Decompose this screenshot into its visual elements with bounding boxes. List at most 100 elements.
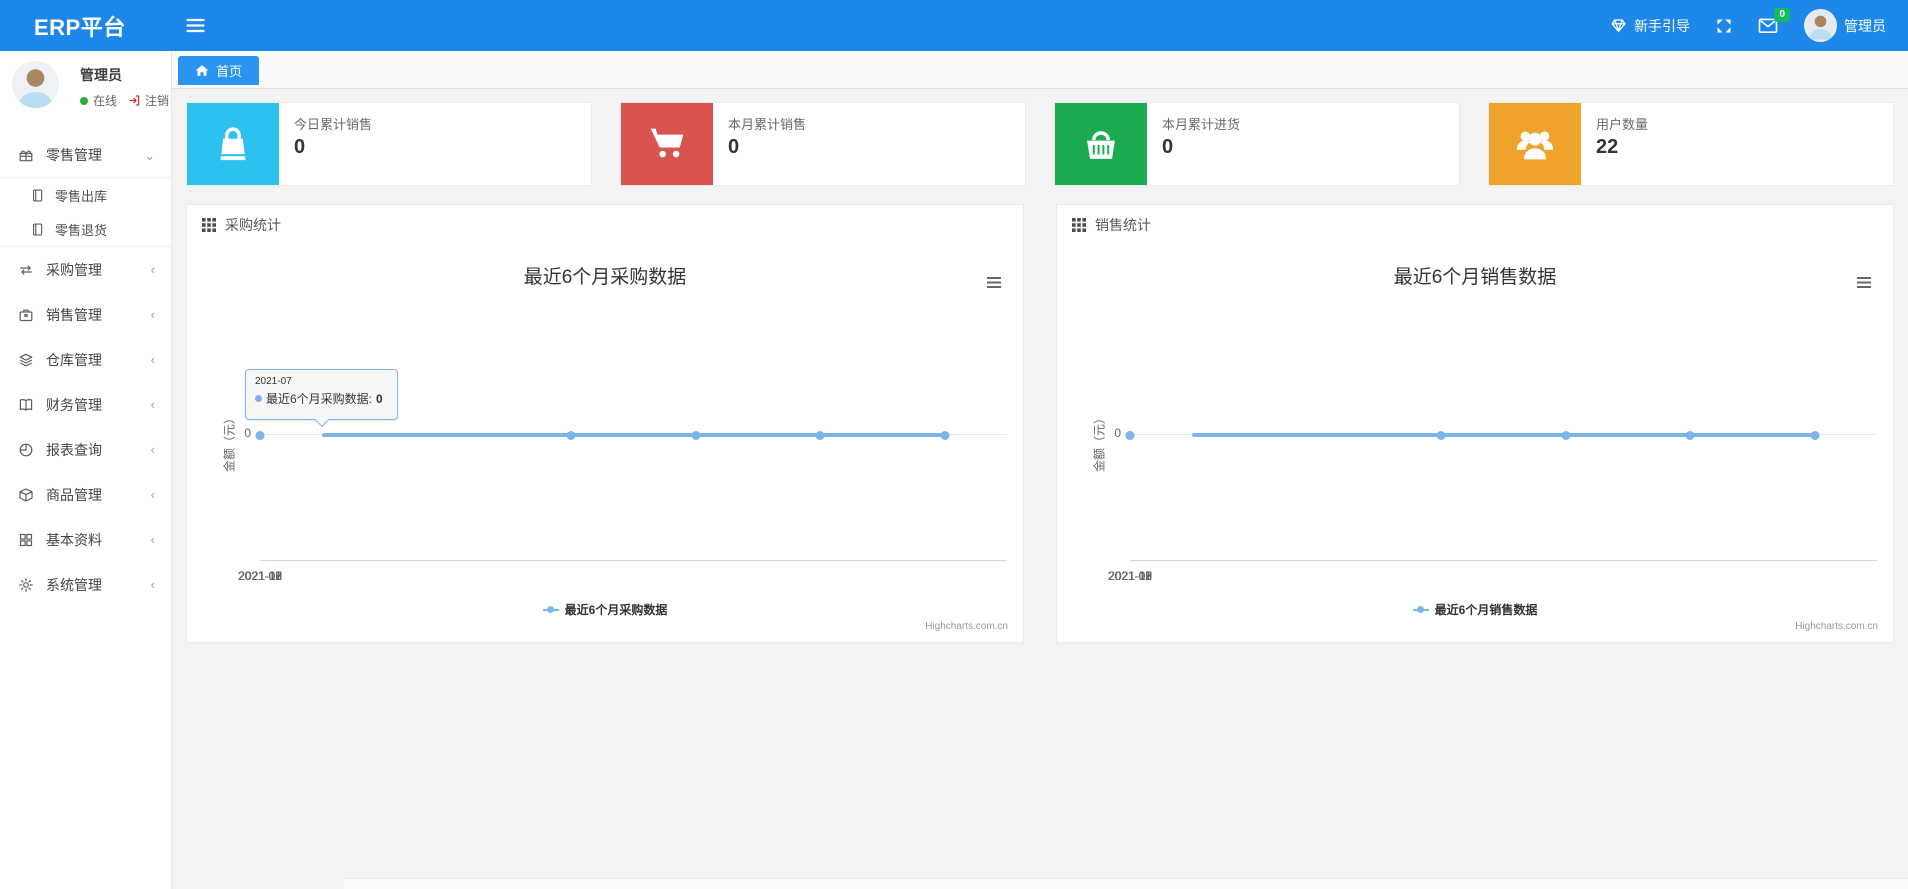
hamburger-icon: [186, 18, 205, 33]
series-marker-icon: [255, 395, 262, 402]
x-axis-tick: 2021-12: [1107, 569, 1153, 583]
data-point[interactable]: [1810, 430, 1820, 440]
legend-item[interactable]: 最近6个月销售数据: [1057, 601, 1893, 618]
briefcase-icon: [18, 307, 35, 323]
home-icon: [195, 64, 209, 77]
series-line: [1192, 432, 1815, 437]
basket-icon: [1055, 103, 1147, 185]
guide-button[interactable]: 新手引导: [1610, 16, 1690, 36]
user-menu[interactable]: 管理员: [1804, 9, 1886, 42]
fullscreen-button[interactable]: [1716, 18, 1732, 34]
sidebar-item-retail[interactable]: 零售管理 ⌄: [0, 133, 171, 178]
logout-button[interactable]: 注销: [128, 92, 169, 109]
stat-card-label: 本月累计销售: [728, 117, 807, 132]
sidebar-toggle-button[interactable]: [186, 18, 205, 33]
panel-title: 销售统计: [1095, 217, 1151, 233]
panel-title: 采购统计: [225, 217, 281, 233]
legend-line-marker-icon: [542, 605, 559, 614]
main-content: 首页 今日累计销售 0 本月累计销售 0 本月累计进货 0 用户数量 22 采购…: [172, 51, 1908, 889]
panel-header: 销售统计: [1057, 205, 1893, 245]
chart-tooltip: 2021-07 最近6个月采购数据: 0: [245, 369, 398, 428]
data-point[interactable]: [255, 430, 265, 440]
avatar: [1804, 9, 1837, 42]
top-navbar: ERP平台 新手引导 0 管理员: [0, 0, 1908, 51]
stat-card-value: 0: [294, 136, 306, 158]
chevron-down-icon: ⌄: [144, 148, 155, 163]
legend-line-marker-icon: [1412, 605, 1429, 614]
stat-card-user-count: 用户数量 22: [1488, 102, 1894, 186]
chevron-left-icon: ‹: [150, 577, 155, 592]
guide-label: 新手引导: [1634, 17, 1690, 34]
th-grid-icon: [1072, 218, 1086, 232]
data-point[interactable]: [691, 430, 701, 440]
footer-strip: [344, 878, 1908, 889]
tooltip-series-label: 最近6个月采购数据:: [266, 392, 373, 406]
tooltip-value: 0: [376, 391, 383, 406]
logout-icon: [128, 94, 141, 107]
sidebar-item-finance[interactable]: 财务管理 ‹: [0, 382, 171, 427]
tab-home[interactable]: 首页: [178, 56, 260, 85]
sidebar-item-purchase[interactable]: 采购管理 ‹: [0, 247, 171, 292]
plot-area: 2021-07 2021-08 2021-09 2021-10 2021-11 …: [1108, 285, 1877, 583]
cart-icon: [621, 103, 713, 185]
plot-area: 2021-07 2021-08 2021-09 2021-10 2021-11 …: [238, 285, 1007, 583]
stat-card-month-purchase: 本月累计进货 0: [1054, 102, 1460, 186]
stat-card-label: 本月累计进货: [1162, 117, 1241, 132]
sidebar-item-retail-return[interactable]: 零售退货: [0, 212, 171, 246]
layers-icon: [18, 352, 35, 368]
chevron-left-icon: ‹: [150, 532, 155, 547]
chevron-left-icon: ‹: [150, 442, 155, 457]
legend-item[interactable]: 最近6个月采购数据: [187, 601, 1023, 618]
y-axis-tick: 0: [244, 426, 251, 440]
stat-card-today-sales: 今日累计销售 0: [186, 102, 592, 186]
chevron-left-icon: ‹: [150, 262, 155, 277]
sidebar-item-goods[interactable]: 商品管理 ‹: [0, 472, 171, 517]
grid-icon: [18, 532, 35, 548]
data-point[interactable]: [1436, 430, 1446, 440]
stat-card-value: 0: [1162, 136, 1174, 158]
username-label: 管理员: [1844, 17, 1886, 34]
sales-chart: 最近6个月销售数据 金额（元） 0 2021-07 2021-08 2021-0…: [1057, 245, 1893, 642]
sidebar-item-system[interactable]: 系统管理 ‹: [0, 562, 171, 607]
y-axis-title: 金额（元）: [222, 411, 237, 473]
purchase-chart: 最近6个月采购数据 金额（元） 0 2021-07 2021-08 2021-0…: [187, 245, 1023, 642]
data-point[interactable]: [815, 430, 825, 440]
messages-button[interactable]: 0: [1758, 8, 1790, 34]
highcharts-credit-link[interactable]: Highcharts.com.cn: [1795, 621, 1878, 632]
data-point[interactable]: [1685, 430, 1695, 440]
pie-chart-icon: [18, 442, 35, 458]
data-point[interactable]: [566, 430, 576, 440]
stat-card-label: 用户数量: [1596, 117, 1649, 132]
shopping-bag-icon: [187, 103, 279, 185]
online-status-icon: [80, 96, 88, 105]
sidebar-menu: 零售管理 ⌄ 零售出库 零售退货 采购管理 ‹ 销售管理 ‹ 仓库管理 ‹ 财务…: [0, 133, 171, 607]
tab-bar: 首页: [172, 51, 1908, 89]
users-icon: [1489, 103, 1581, 185]
sidebar-item-reports[interactable]: 报表查询 ‹: [0, 427, 171, 472]
sidebar-item-basic-data[interactable]: 基本资料 ‹: [0, 517, 171, 562]
th-grid-icon: [202, 218, 216, 232]
sidebar-item-warehouse[interactable]: 仓库管理 ‹: [0, 337, 171, 382]
journal-icon: [30, 188, 45, 203]
stat-cards-row: 今日累计销售 0 本月累计销售 0 本月累计进货 0 用户数量 22: [172, 89, 1908, 186]
mail-badge: 0: [1774, 8, 1790, 22]
retail-submenu: 零售出库 零售退货: [0, 178, 171, 247]
app-brand: ERP平台: [34, 14, 126, 40]
x-axis-tick: 2021-12: [237, 569, 283, 583]
sidebar-item-sales[interactable]: 销售管理 ‹: [0, 292, 171, 337]
gear-icon: [18, 577, 35, 593]
stat-card-value: 22: [1596, 136, 1619, 158]
gem-icon: [1610, 17, 1627, 34]
sidebar-username: 管理员: [80, 67, 122, 83]
online-status-label: 在线: [93, 94, 118, 108]
data-point[interactable]: [1125, 430, 1135, 440]
data-point[interactable]: [1561, 430, 1571, 440]
highcharts-credit-link[interactable]: Highcharts.com.cn: [925, 621, 1008, 632]
chevron-left-icon: ‹: [150, 307, 155, 322]
chevron-left-icon: ‹: [150, 397, 155, 412]
data-point[interactable]: [940, 430, 950, 440]
box-icon: [18, 487, 35, 503]
fullscreen-icon: [1716, 18, 1732, 34]
stat-card-label: 今日累计销售: [294, 117, 373, 132]
sidebar-item-retail-outbound[interactable]: 零售出库: [0, 178, 171, 212]
